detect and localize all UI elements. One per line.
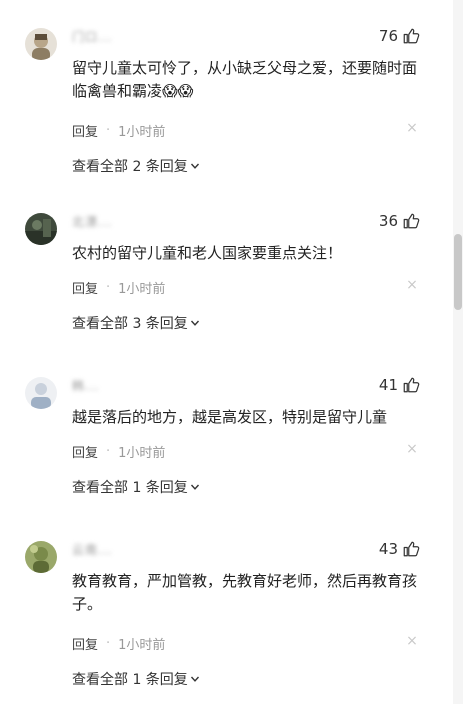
like-count: 43 bbox=[378, 540, 398, 558]
separator-dot: · bbox=[106, 444, 111, 459]
chevron-down-icon bbox=[190, 676, 199, 682]
username[interactable]: 云南... bbox=[72, 541, 112, 557]
reply-button[interactable]: 回复 bbox=[72, 634, 98, 653]
expand-replies-button[interactable]: 查看全部 3 条回复 bbox=[72, 313, 200, 333]
expand-replies-button[interactable]: 查看全部 1 条回复 bbox=[72, 477, 200, 497]
username[interactable]: 韩... bbox=[72, 377, 99, 393]
expand-replies-label: 查看全部 1 条回复 bbox=[72, 480, 188, 496]
comment-meta: 回复 · 1小时前 bbox=[72, 278, 165, 297]
like-count: 76 bbox=[378, 27, 398, 45]
comment-item: 韩... 41 越是落后的地方，越是高发区，特别是留守儿童 回复 · 1小时前 … bbox=[0, 363, 446, 527]
avatar-image bbox=[25, 377, 57, 409]
chevron-down-icon bbox=[190, 320, 199, 326]
like-button[interactable]: 41 bbox=[379, 374, 420, 396]
expand-replies-label: 查看全部 2 条回复 bbox=[72, 159, 188, 175]
like-count: 41 bbox=[378, 376, 398, 394]
like-count: 36 bbox=[378, 212, 398, 230]
chevron-down-icon bbox=[190, 163, 199, 169]
comment-text: 留守儿童太可怜了，从小缺乏父母之爱，还要随时面临禽兽和霸凌😱😱 bbox=[72, 59, 418, 100]
thumb-up-icon bbox=[403, 213, 420, 229]
scrollbar-track[interactable] bbox=[453, 0, 463, 704]
expand-replies-button[interactable]: 查看全部 2 条回复 bbox=[72, 156, 200, 176]
timestamp: 1小时前 bbox=[118, 446, 166, 461]
comment-meta: 回复 · 1小时前 bbox=[72, 442, 165, 461]
comment-meta: 回复 · 1小时前 bbox=[72, 121, 165, 140]
thumb-up-icon bbox=[403, 28, 420, 44]
username[interactable]: 门口... bbox=[72, 28, 112, 44]
expand-replies-button[interactable]: 查看全部 1 条回复 bbox=[72, 669, 200, 689]
comment-text: 农村的留守儿童和老人国家要重点关注！ bbox=[72, 244, 343, 262]
comment-text: 教育教育，严加管教，先教育好老师，然后再教育孩子。 bbox=[72, 572, 418, 613]
avatar-image bbox=[25, 213, 57, 245]
expand-replies-label: 查看全部 1 条回复 bbox=[72, 672, 188, 688]
avatar[interactable] bbox=[25, 28, 57, 60]
reply-button[interactable]: 回复 bbox=[72, 278, 98, 297]
timestamp: 1小时前 bbox=[118, 282, 166, 297]
avatar[interactable] bbox=[25, 213, 57, 245]
username[interactable]: 北漂... bbox=[72, 213, 112, 229]
comment-item: 门口... 76 留守儿童太可怜了，从小缺乏父母之爱，还要随时面临禽兽和霸凌😱😱… bbox=[0, 14, 446, 178]
close-icon[interactable]: × bbox=[406, 634, 418, 648]
separator-dot: · bbox=[106, 636, 111, 651]
reply-button[interactable]: 回复 bbox=[72, 121, 98, 140]
comment-meta: 回复 · 1小时前 bbox=[72, 634, 165, 653]
avatar[interactable] bbox=[25, 377, 57, 409]
like-button[interactable]: 76 bbox=[379, 25, 420, 47]
timestamp: 1小时前 bbox=[118, 125, 166, 140]
like-button[interactable]: 43 bbox=[379, 538, 420, 560]
thumb-up-icon bbox=[403, 541, 420, 557]
timestamp: 1小时前 bbox=[118, 638, 166, 653]
separator-dot: · bbox=[106, 123, 111, 138]
avatar[interactable] bbox=[25, 541, 57, 573]
thumb-up-icon bbox=[403, 377, 420, 393]
comment-item: 北漂... 36 农村的留守儿童和老人国家要重点关注！ 回复 · 1小时前 × … bbox=[0, 199, 446, 363]
expand-replies-label: 查看全部 3 条回复 bbox=[72, 316, 188, 332]
like-button[interactable]: 36 bbox=[379, 210, 420, 232]
close-icon[interactable]: × bbox=[406, 278, 418, 292]
reply-button[interactable]: 回复 bbox=[72, 442, 98, 461]
avatar-image bbox=[25, 28, 57, 60]
separator-dot: · bbox=[106, 280, 111, 295]
avatar-image bbox=[25, 541, 57, 573]
close-icon[interactable]: × bbox=[406, 121, 418, 135]
comment-text: 越是落后的地方，越是高发区，特别是留守儿童 bbox=[72, 408, 388, 426]
chevron-down-icon bbox=[190, 484, 199, 490]
comment-item: 云南... 43 教育教育，严加管教，先教育好老师，然后再教育孩子。 回复 · … bbox=[0, 527, 446, 691]
close-icon[interactable]: × bbox=[406, 442, 418, 456]
scrollbar-thumb[interactable] bbox=[454, 234, 462, 310]
